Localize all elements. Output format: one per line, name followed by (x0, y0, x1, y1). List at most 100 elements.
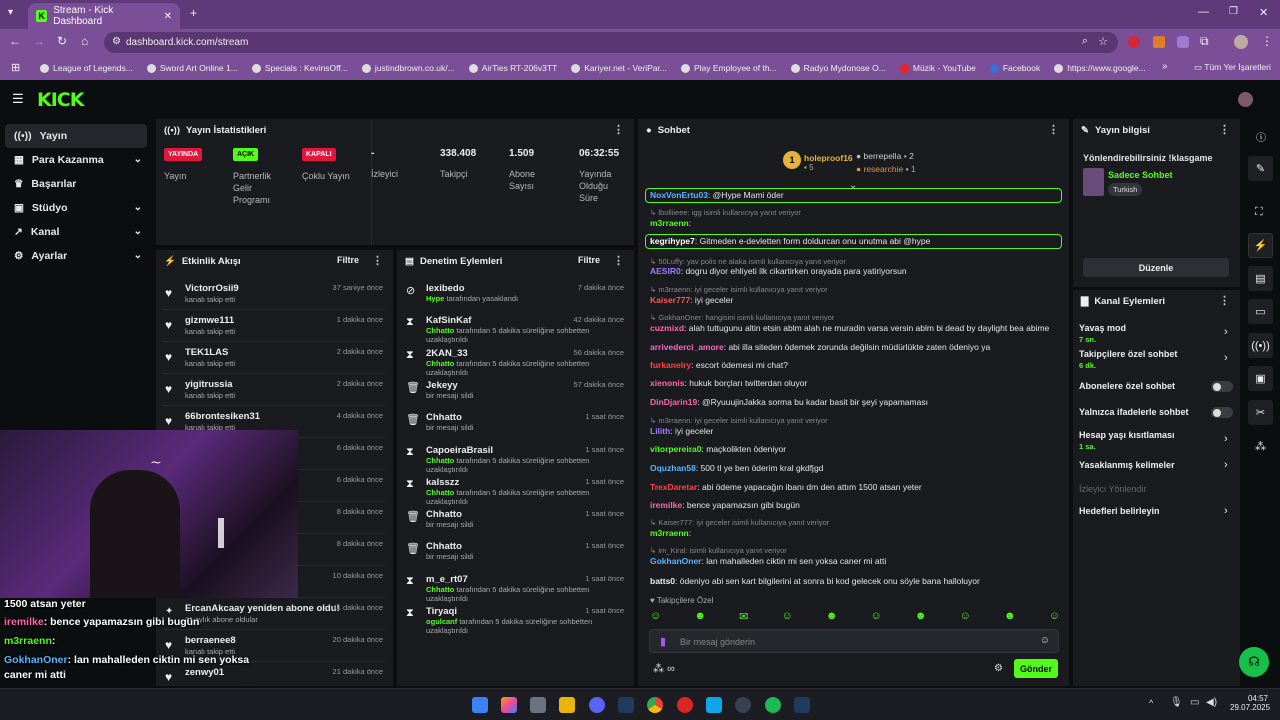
file-explorer-icon[interactable] (559, 697, 575, 713)
chat-username[interactable]: xienonis (650, 378, 684, 388)
sidebar-item-para-kazanma[interactable]: ▦ Para Kazanma ⌄ (0, 148, 152, 172)
leader-name[interactable]: holeproof16 (804, 153, 853, 163)
volume-icon[interactable]: ◀) (1206, 697, 1217, 708)
bookmark-item[interactable]: AirTies RT-206v3TT (468, 63, 557, 73)
chat-username[interactable]: Kaiser777 (650, 295, 690, 305)
moderated-user[interactable]: m_e_rt07 (426, 574, 468, 585)
extension-purple-icon[interactable] (1177, 36, 1189, 48)
bookmark-item[interactable]: Radyo Mydonose O... (790, 63, 886, 73)
chat-username[interactable]: Oquzhan58 (650, 463, 696, 473)
minimize-icon[interactable]: — (1198, 6, 1209, 18)
document-icon[interactable]: ▤ (1248, 266, 1273, 291)
fullscreen-icon[interactable]: ⛶ (1255, 206, 1263, 219)
send-button[interactable]: Gönder (1014, 659, 1058, 678)
moderated-user[interactable]: Chhatto (426, 509, 462, 520)
tab-search-icon[interactable]: ▾ (8, 7, 13, 18)
mic-icon[interactable]: 🎙 (1170, 697, 1183, 708)
home-icon[interactable]: ⌂ (81, 34, 88, 48)
chrome-icon[interactable] (647, 697, 663, 713)
close-tab-icon[interactable]: ✕ (164, 11, 172, 22)
mic-icon[interactable]: ▮ (660, 635, 666, 648)
wrench-icon[interactable]: ✂ (1248, 400, 1273, 425)
emote-icon[interactable]: ☺ (1049, 610, 1060, 624)
moderated-user[interactable]: 2KAN_33 (426, 348, 468, 359)
chat-username[interactable]: cuzmixd (650, 323, 684, 333)
chat-settings-gear-icon[interactable]: ⚙ (994, 663, 1003, 674)
emote-icon[interactable]: ☻ (694, 610, 706, 624)
moderated-user[interactable]: CapoeiraBrasil (426, 445, 493, 456)
bookmark-item[interactable]: Müzik - YouTube (899, 63, 976, 73)
bookmark-item[interactable]: Sword Art Online 1... (146, 63, 238, 73)
chat-username[interactable]: kegrihype7 (650, 236, 695, 246)
filter-button[interactable]: Filtre (337, 255, 359, 265)
tray-chevron-icon[interactable]: ^ (1149, 698, 1153, 708)
emote-icon[interactable]: ☺ (871, 610, 882, 624)
windows-start-icon[interactable] (472, 697, 488, 713)
app-icon[interactable] (735, 697, 751, 713)
channel-action-item[interactable]: Yavaş mod 7 sn. (1079, 323, 1126, 344)
reload-icon[interactable]: ↻ (57, 34, 67, 48)
profile-avatar[interactable] (1234, 35, 1248, 49)
more-options-icon[interactable]: ⋮ (613, 123, 624, 136)
bookmark-item[interactable]: League of Legends... (40, 63, 133, 73)
moderated-user[interactable]: KafSinKaf (426, 315, 471, 326)
camera-icon[interactable]: ▣ (1248, 366, 1273, 391)
apps-grid-icon[interactable]: ⊞ (11, 61, 20, 74)
channel-action-item[interactable]: Yalnızca ifadelerle sohbet (1079, 407, 1189, 417)
sidebar-item-ayarlar[interactable]: ⚙ Ayarlar ⌄ (0, 244, 152, 268)
channel-action-item[interactable]: Takipçilere özel sohbet 6 dk. (1079, 349, 1177, 370)
browser-menu-icon[interactable]: ⋮ (1261, 34, 1273, 48)
moderated-user[interactable]: Jekeyy (426, 380, 458, 391)
moderated-user[interactable]: kalsszz (426, 477, 459, 488)
more-options-icon[interactable]: ⋮ (1219, 294, 1230, 307)
site-info-icon[interactable]: ⚙ (112, 36, 121, 47)
channel-action-item[interactable]: Hesap yaşı kısıtlaması 1 sa. (1079, 430, 1175, 451)
moderated-user[interactable]: Chhatto (426, 541, 462, 552)
steam-icon[interactable] (794, 697, 810, 713)
channel-action-item[interactable]: Yasaklanmış kelimeler (1079, 460, 1175, 470)
chat-username[interactable]: iremilke (650, 500, 682, 510)
edit-pencil-icon[interactable]: ✎ (1248, 156, 1273, 181)
more-options-icon[interactable]: ⋮ (1048, 123, 1059, 136)
more-options-icon[interactable]: ⋮ (613, 254, 624, 267)
chat-username[interactable]: TrexDaretar (650, 482, 697, 492)
kick-logo[interactable]: KICK (37, 89, 84, 111)
copilot-icon[interactable] (501, 697, 517, 713)
category-name[interactable]: Sadece Sohbet (1108, 170, 1173, 180)
broadcast-icon[interactable]: ((•)) (1248, 333, 1273, 358)
sidebar-item-kanal[interactable]: ↗ Kanal ⌄ (0, 220, 152, 244)
photos-icon[interactable] (706, 697, 722, 713)
toggle-switch[interactable] (1211, 407, 1233, 418)
chat-username[interactable]: NoxVonErtu03 (650, 190, 708, 200)
more-options-icon[interactable]: ⋮ (372, 254, 383, 267)
channel-action-item[interactable]: Hedefleri belirleyin (1079, 506, 1160, 516)
chat-username[interactable]: AESIR0 (650, 266, 681, 276)
points-icon[interactable]: ⁂ ∞ (653, 662, 675, 675)
bookmark-item[interactable]: Play Employee of th... (680, 63, 777, 73)
steam-icon[interactable] (618, 697, 634, 713)
chat-username[interactable]: GokhanOner (650, 556, 701, 566)
more-bookmarks-icon[interactable]: » (1162, 61, 1168, 72)
edit-button[interactable]: Düzenle (1083, 258, 1229, 277)
chat-username[interactable]: vitorpereira0 (650, 444, 702, 454)
zoom-icon[interactable]: ⌕ (1082, 35, 1088, 48)
chat-username[interactable]: m3rraenn (650, 218, 689, 228)
moderated-user[interactable]: Chhatto (426, 412, 462, 423)
more-options-icon[interactable]: ⋮ (1219, 123, 1230, 136)
all-bookmarks[interactable]: ▭ Tüm Yer İşaretleri (1194, 62, 1271, 73)
back-icon[interactable]: ← (9, 34, 21, 48)
chat-username[interactable]: DinDjarin19 (650, 397, 697, 407)
leader-name[interactable]: ● berrepella ▪ 2 (856, 151, 914, 161)
bookmark-star-icon[interactable]: ☆ (1098, 35, 1108, 48)
channel-action-item[interactable]: Abonelere özel sohbet (1079, 381, 1175, 391)
store-icon[interactable] (530, 697, 546, 713)
sidebar-item-yayin[interactable]: ((•)) Yayın (5, 124, 147, 148)
clock[interactable]: 04:57 29.07.2025 (1230, 694, 1270, 712)
discord-icon[interactable] (589, 697, 605, 713)
bookmark-item[interactable]: justindbrown.co.uk/... (361, 63, 455, 73)
share-icon[interactable]: ⁂ (1255, 440, 1266, 453)
toggle-switch[interactable] (1211, 381, 1233, 392)
chat-username[interactable]: batts0 (650, 576, 675, 586)
sidebar-item-basarilar[interactable]: ♛ Başarılar (0, 172, 152, 196)
browser-tab[interactable]: K Stream - Kick Dashboard ✕ (28, 3, 180, 29)
